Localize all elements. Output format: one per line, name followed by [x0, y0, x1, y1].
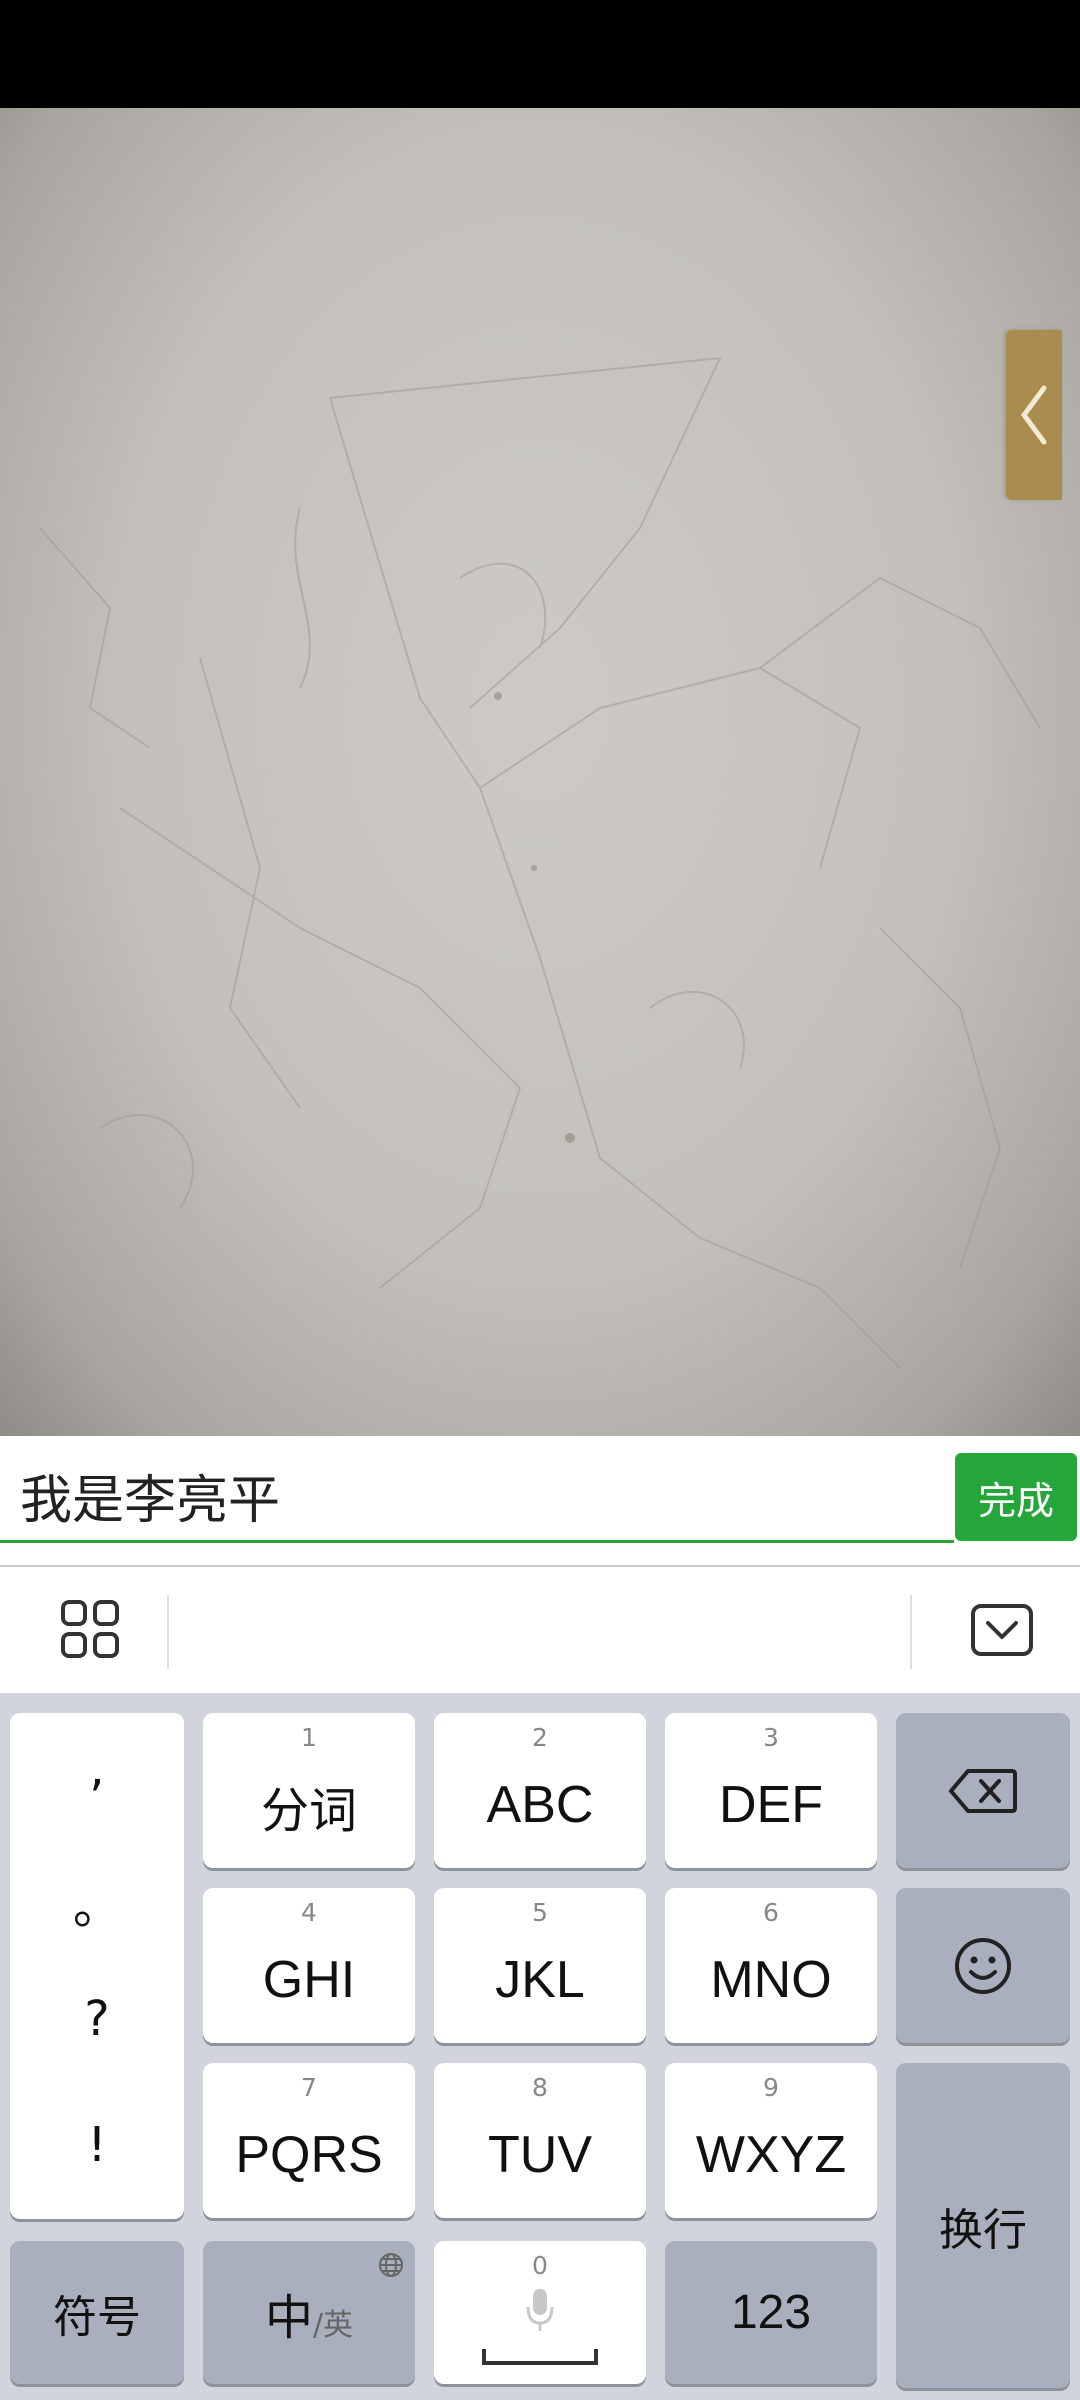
emoji-icon [955, 1937, 1011, 1994]
key-label: MNO [710, 1950, 832, 2009]
toolbar-separator [910, 1595, 912, 1669]
key-label: 分词 [260, 1782, 357, 1839]
enter-button[interactable]: 换行 [896, 2063, 1070, 2388]
paper-texture [39, 356, 1041, 1369]
backspace-button[interactable] [896, 1713, 1070, 1868]
key-label: PQRS [235, 2125, 383, 2184]
key-8[interactable]: 8 TUV [434, 2063, 646, 2218]
keyboard: , 。 ? ! 1 分词 2 ABC 3 DEF 4 GHI 5 JKL 6 M… [0, 1693, 1080, 2400]
collapse-keyboard-icon[interactable] [970, 1603, 1034, 1661]
space-bar-icon [482, 2349, 598, 2365]
enter-label: 换行 [939, 2204, 1027, 2256]
symbols-label: 符号 [53, 2291, 141, 2343]
key-9[interactable]: 9 WXYZ [665, 2063, 877, 2218]
text-input[interactable]: 我是李亮平 [20, 1458, 280, 1533]
punct-period[interactable]: 。 [10, 1867, 184, 1937]
key-4[interactable]: 4 GHI [203, 1888, 415, 2043]
key-label: TUV [488, 2125, 592, 2184]
emoji-button[interactable] [896, 1888, 1070, 2043]
key-6[interactable]: 6 MNO [665, 1888, 877, 2043]
symbols-button[interactable]: 符号 [10, 2241, 184, 2384]
toolbar-separator [167, 1595, 169, 1669]
key-label: WXYZ [695, 2125, 847, 2184]
space-button[interactable]: 0 [434, 2241, 646, 2384]
key-number: 2 [532, 1723, 548, 1752]
space-number: 0 [532, 2251, 548, 2280]
key-label: GHI [262, 1950, 356, 2009]
punct-exclamation[interactable]: ! [10, 2117, 184, 2173]
key-number: 9 [763, 2073, 779, 2102]
key-number: 3 [763, 1723, 779, 1752]
key-label: DEF [719, 1775, 823, 1834]
backspace-icon [949, 1768, 1017, 1813]
key-number: 7 [301, 2073, 317, 2102]
lang-main-label: 中 [264, 2289, 313, 2346]
microphone-icon [526, 2289, 554, 2331]
side-panel-toggle[interactable] [1006, 330, 1062, 500]
paper-canvas[interactable] [0, 108, 1080, 1436]
key-number: 5 [532, 1898, 548, 1927]
key-3[interactable]: 3 DEF [665, 1713, 877, 1868]
key-number: 1 [301, 1723, 317, 1752]
input-underline [0, 1540, 954, 1543]
key-label: ABC [486, 1775, 594, 1834]
chevron-left-icon [1020, 385, 1047, 445]
key-number: 4 [301, 1898, 317, 1927]
lang-sub-label: /英 [312, 2307, 354, 2343]
key-number: 6 [763, 1898, 779, 1927]
key-7[interactable]: 7 PQRS [203, 2063, 415, 2218]
punct-question[interactable]: ? [10, 1991, 184, 2047]
done-button[interactable]: 完成 [955, 1453, 1077, 1541]
numbers-label: 123 [730, 2286, 812, 2339]
key-1[interactable]: 1 分词 [203, 1713, 415, 1868]
key-2[interactable]: 2 ABC [434, 1713, 646, 1868]
globe-icon [379, 2253, 403, 2277]
status-bar [0, 0, 1080, 108]
punct-comma[interactable]: , [10, 1741, 184, 1797]
key-number: 8 [532, 2073, 548, 2102]
numbers-button[interactable]: 123 [665, 2241, 877, 2384]
language-toggle-button[interactable]: 中 /英 [203, 2241, 415, 2384]
punctuation-column[interactable]: , 。 ? ! [10, 1713, 184, 2219]
text-input-row: 我是李亮平 完成 [0, 1436, 1080, 1566]
key-label: JKL [495, 1950, 585, 2009]
keyboard-toolbar [0, 1567, 1080, 1693]
key-5[interactable]: 5 JKL [434, 1888, 646, 2043]
grid-icon[interactable] [60, 1599, 120, 1663]
